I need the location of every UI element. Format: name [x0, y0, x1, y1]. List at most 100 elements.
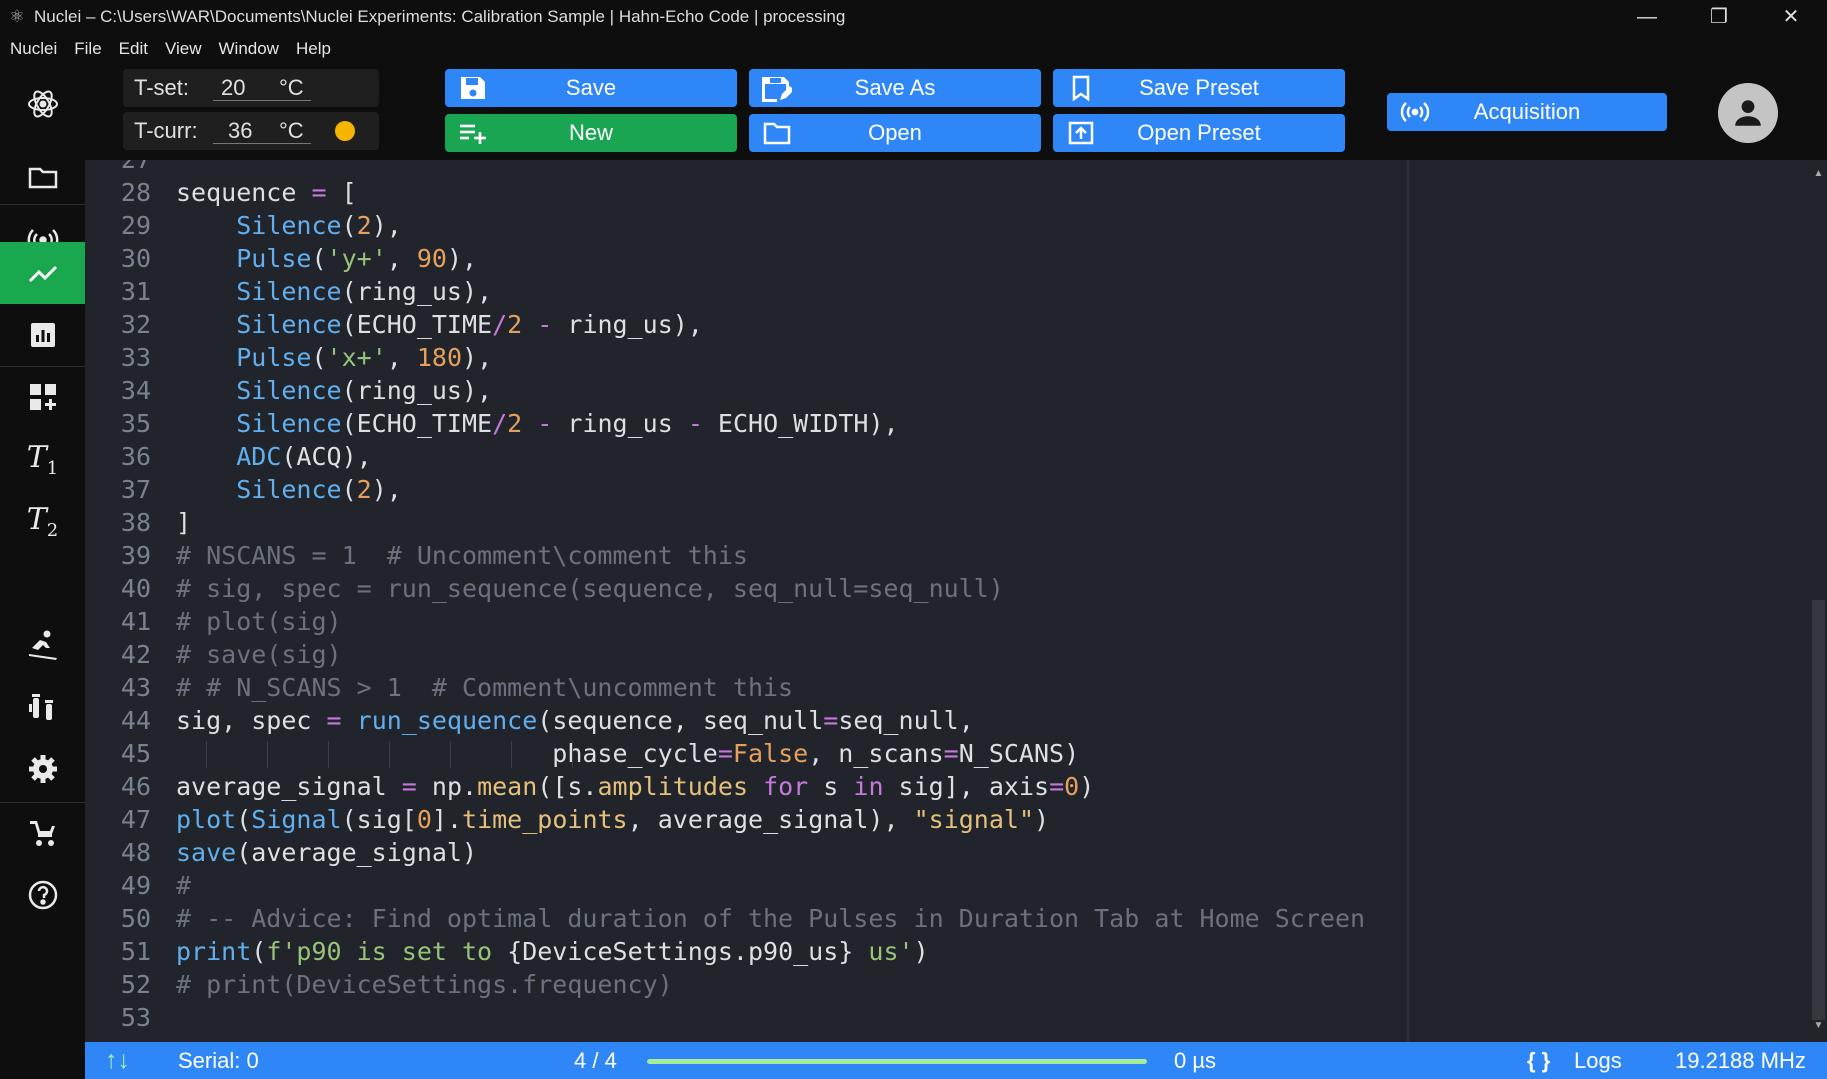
code-line[interactable]: 40 # sig, spec = run_sequence(sequence, s… [85, 572, 1004, 605]
code-token: ( [341, 211, 357, 240]
code-token: in [853, 772, 884, 801]
code-token: = [311, 178, 327, 207]
code-line[interactable]: 36 ADC(ACQ), [85, 440, 372, 473]
code-line[interactable]: 45 phase_cycle=False, n_scans=N_SCANS) [85, 737, 1079, 770]
line-number: 28 [120, 178, 151, 207]
code-line[interactable]: 31 Silence(ring_us), [85, 275, 492, 308]
code-line[interactable]: 47 plot(Signal(sig[0].time_points, averag… [85, 803, 1049, 836]
code-line[interactable]: 44 sig, spec = run_sequence(sequence, seq… [85, 704, 974, 737]
close-button[interactable]: ✕ [1755, 0, 1827, 34]
code-line[interactable]: 27 [85, 160, 151, 176]
code-line[interactable]: 46 average_signal = np.mean([s.amplitudes… [85, 770, 1094, 803]
scroll-up-arrow[interactable]: ▲ [1810, 168, 1827, 179]
scroll-thumb[interactable] [1812, 600, 1825, 1020]
sidebar-item-home[interactable] [0, 68, 85, 140]
code-token: Silence [236, 277, 342, 306]
scroll-down-arrow[interactable]: ▼ [1810, 1020, 1827, 1031]
user-avatar[interactable] [1718, 83, 1778, 143]
code-line[interactable]: 38] [85, 506, 191, 539]
indent-guide [389, 741, 390, 768]
code-token: ring_us [552, 409, 688, 438]
sidebar-item-sled[interactable] [0, 614, 85, 676]
code-line[interactable]: 49 # [85, 869, 191, 902]
code-line[interactable]: 35 Silence(ECHO_TIME/2 - ring_us - ECHO_… [85, 407, 899, 440]
line-number: 38 [120, 508, 151, 537]
line-number: 50 [120, 904, 151, 933]
code-line[interactable]: 37 Silence(2), [85, 473, 402, 506]
code-token: f'p90 is set to [266, 937, 508, 966]
code-line[interactable]: 34 Silence(ring_us), [85, 374, 492, 407]
new-button[interactable]: New [445, 114, 737, 152]
bookmark-icon [1072, 75, 1090, 102]
code-line[interactable]: 50 # -- Advice: Find optimal duration of … [85, 902, 1365, 935]
code-text: # print(DeviceSettings.frequency) [176, 968, 673, 1001]
tset-value[interactable]: 20 [221, 75, 245, 101]
progress-fill [647, 1059, 1147, 1064]
code-token: save [176, 838, 237, 867]
save-as-icon [762, 77, 792, 102]
sidebar-item-stroller[interactable] [0, 802, 85, 864]
code-token: (ring_us), [341, 277, 493, 306]
code-line[interactable]: 33 Pulse('x+', 180), [85, 341, 492, 374]
side-panel [1407, 160, 1810, 1042]
menu-help[interactable]: Help [296, 39, 331, 59]
sidebar-item-t1[interactable]: T1 [0, 428, 85, 490]
code-line[interactable]: 43 # # N_SCANS > 1 # Comment\uncomment th… [85, 671, 793, 704]
code-line[interactable]: 32 Silence(ECHO_TIME/2 - ring_us), [85, 308, 703, 341]
sidebar-item-settings[interactable] [0, 738, 85, 800]
minimize-button[interactable]: — [1611, 0, 1683, 34]
code-token: (average_signal) [236, 838, 478, 867]
logs-icon[interactable]: { } [1527, 1048, 1550, 1074]
code-line[interactable]: 51 print(f'p90 is set to {DeviceSettings.… [85, 935, 929, 968]
sidebar-item-processing[interactable] [0, 242, 85, 304]
code-token: 90 [416, 244, 447, 273]
sidebar-item-files[interactable] [0, 141, 85, 213]
code-line[interactable]: 48 save(average_signal) [85, 836, 477, 869]
code-token: phase_cycle [176, 739, 718, 768]
code-token: sig, spec [176, 706, 327, 735]
code-line[interactable]: 30 Pulse('y+', 90), [85, 242, 477, 275]
save-as-button[interactable]: Save As [749, 69, 1041, 107]
code-line[interactable]: 42 # save(sig) [85, 638, 342, 671]
code-token: plot [176, 805, 237, 834]
menu-view[interactable]: View [165, 39, 202, 59]
sidebar-item-analysis[interactable] [0, 304, 85, 366]
line-number: 31 [120, 277, 151, 306]
sidebar-item-t2[interactable]: T2 [0, 490, 85, 552]
code-token: , [386, 343, 417, 372]
tset-field[interactable]: T-set: 20 °C [123, 69, 379, 107]
sidebar-item-dashboard[interactable] [0, 366, 85, 428]
menu-window[interactable]: Window [219, 39, 279, 59]
menu-edit[interactable]: Edit [119, 39, 148, 59]
open-button[interactable]: Open [749, 114, 1041, 152]
indent-guide [267, 741, 268, 768]
tset-label: T-set: [134, 75, 190, 100]
code-editor[interactable]: 2728sequence = [29 Silence(2),30 Pulse('… [85, 160, 1407, 1042]
code-line[interactable]: 39 # NSCANS = 1 # Uncomment\comment this [85, 539, 748, 572]
logs-button[interactable]: Logs [1574, 1048, 1622, 1074]
sidebar-item-samples[interactable] [0, 676, 85, 738]
code-token: N_SCANS) [958, 739, 1080, 768]
code-line[interactable]: 29 Silence(2), [85, 209, 402, 242]
restore-button[interactable]: ❐ [1683, 0, 1755, 34]
code-token: 'x+' [326, 343, 387, 372]
menu-nuclei[interactable]: Nuclei [10, 39, 57, 59]
indent-guide [572, 741, 573, 768]
vertical-scrollbar[interactable]: ▲ ▼ [1810, 160, 1827, 1042]
code-line[interactable]: 53 [85, 1001, 151, 1034]
open-preset-button[interactable]: Open Preset [1053, 114, 1345, 152]
new-label: New [568, 120, 613, 145]
menu-file[interactable]: File [74, 39, 101, 59]
save-preset-button[interactable]: Save Preset [1053, 69, 1345, 107]
save-button[interactable]: Save [445, 69, 737, 107]
code-line[interactable]: 52 # print(DeviceSettings.frequency) [85, 968, 673, 1001]
acquisition-button[interactable]: Acquisition [1387, 93, 1667, 131]
code-line[interactable]: 28 sequence = [ [85, 176, 357, 209]
indent-guide [206, 741, 207, 768]
code-text: save(average_signal) [176, 836, 477, 869]
code-line[interactable]: 41 # plot(sig) [85, 605, 342, 638]
sidebar-item-help[interactable] [0, 864, 85, 926]
sync-arrows-icon: ↑↓ [105, 1046, 130, 1074]
